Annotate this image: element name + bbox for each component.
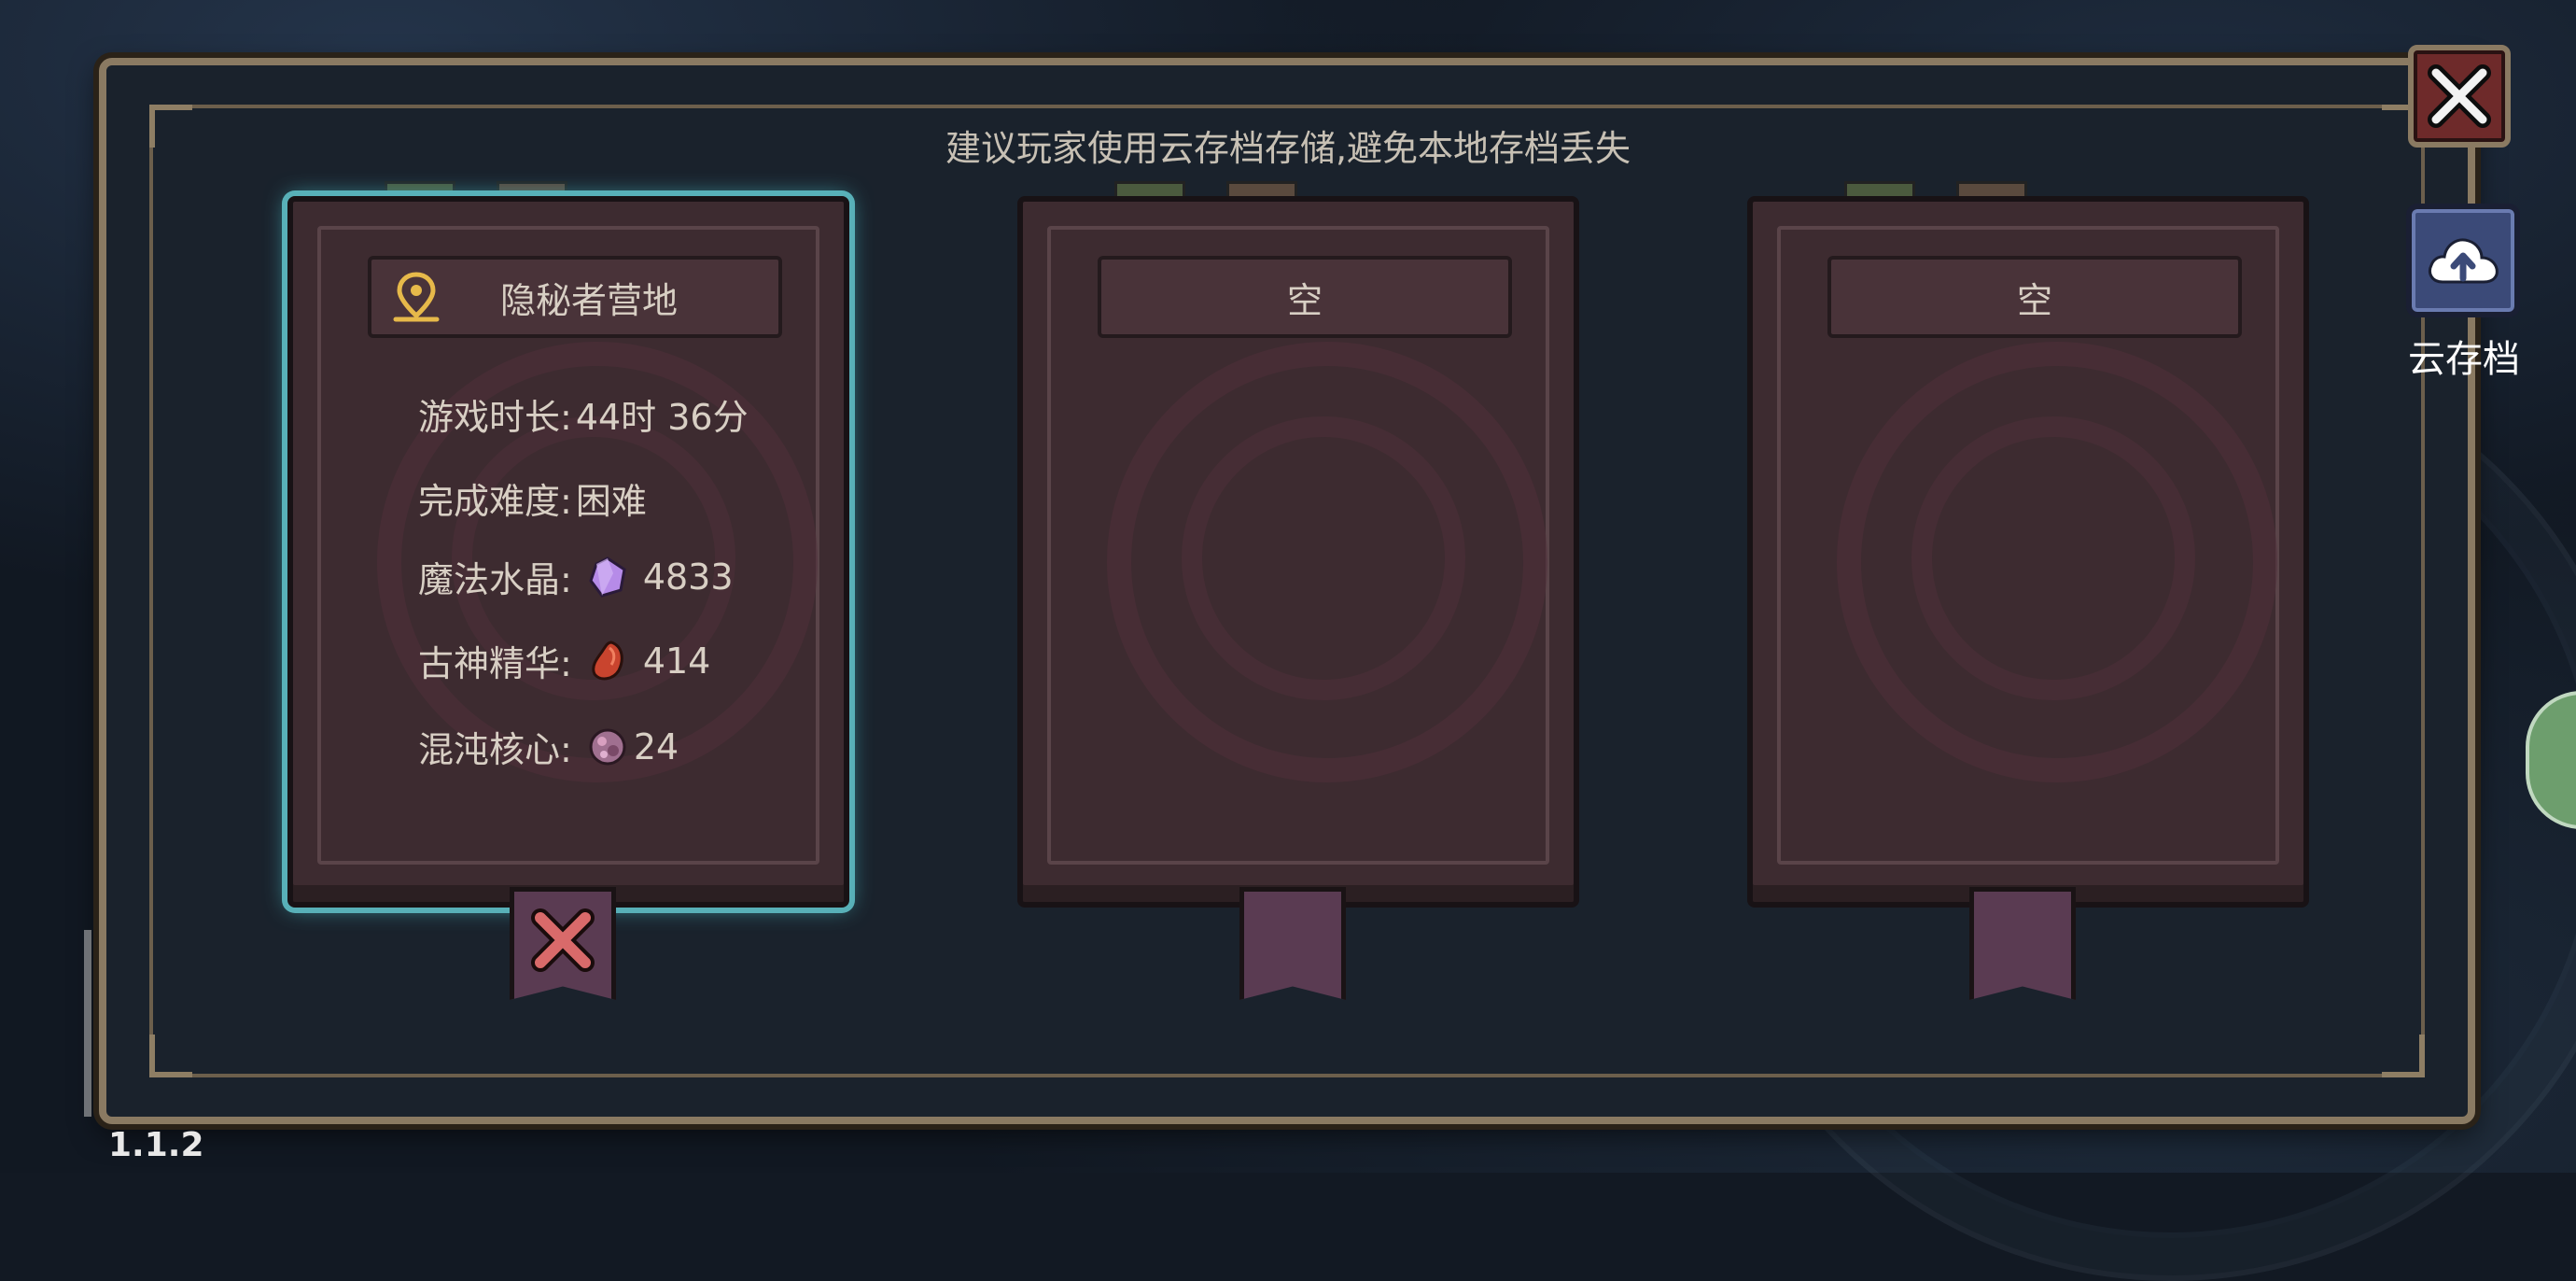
slot-bookmark xyxy=(1969,887,2076,1000)
slot-title-bar: 隐秘者营地 xyxy=(368,256,782,338)
version-label: 1.1.2 xyxy=(108,1126,204,1164)
magic-crystal-value: 4833 xyxy=(642,556,734,598)
ancient-essence-row: 古神精华: 414 xyxy=(418,640,711,685)
chaos-core-icon xyxy=(589,728,626,765)
save-slot-2[interactable]: 空 xyxy=(1017,181,1579,1000)
difficulty-row: 完成难度: 困难 xyxy=(418,472,647,524)
save-book-2[interactable]: 空 xyxy=(1017,196,1579,908)
close-button[interactable] xyxy=(2408,45,2511,148)
save-slot-3[interactable]: 空 xyxy=(1747,181,2309,1000)
cloud-upload-icon xyxy=(2429,238,2499,284)
save-book-1[interactable]: 隐秘者营地 游戏时长: 44时 36分 完成难度: 困难 魔法水晶: 4833 … xyxy=(287,196,849,908)
slot-title-bar: 空 xyxy=(1827,256,2242,338)
ancient-essence-icon xyxy=(592,640,623,680)
delete-icon xyxy=(531,908,595,972)
slot-bookmark xyxy=(1239,887,1346,1000)
cloud-save-notice: 建议玩家使用云存档存储,避免本地存档丢失 xyxy=(945,128,1631,169)
slot-title-bar: 空 xyxy=(1098,256,1512,338)
chaos-core-row: 混沌核心: 24 xyxy=(418,725,679,771)
magic-crystal-row: 魔法水晶: 4833 xyxy=(418,556,734,601)
save-slot-1[interactable]: 隐秘者营地 游戏时长: 44时 36分 完成难度: 困难 魔法水晶: 4833 … xyxy=(287,181,849,1000)
slot-title: 隐秘者营地 xyxy=(499,279,678,321)
ancient-essence-value: 414 xyxy=(642,640,711,682)
cloud-save-label: 云存档 xyxy=(2408,338,2520,381)
slot-title: 空 xyxy=(2016,279,2052,321)
difficulty-value: 困难 xyxy=(575,481,647,522)
play-time-row: 游戏时长: 44时 36分 xyxy=(418,388,749,440)
magic-crystal-icon xyxy=(589,556,626,598)
close-icon xyxy=(2428,64,2491,128)
slot-title: 空 xyxy=(1286,279,1323,321)
delete-save-button[interactable] xyxy=(510,887,616,1000)
play-time-value: 44时 36分 xyxy=(575,397,749,438)
chaos-core-value: 24 xyxy=(633,725,679,767)
save-book-3[interactable]: 空 xyxy=(1747,196,2309,908)
version-marker xyxy=(84,930,91,1117)
location-pin-icon xyxy=(393,272,440,322)
cloud-save-button[interactable] xyxy=(2406,204,2520,317)
